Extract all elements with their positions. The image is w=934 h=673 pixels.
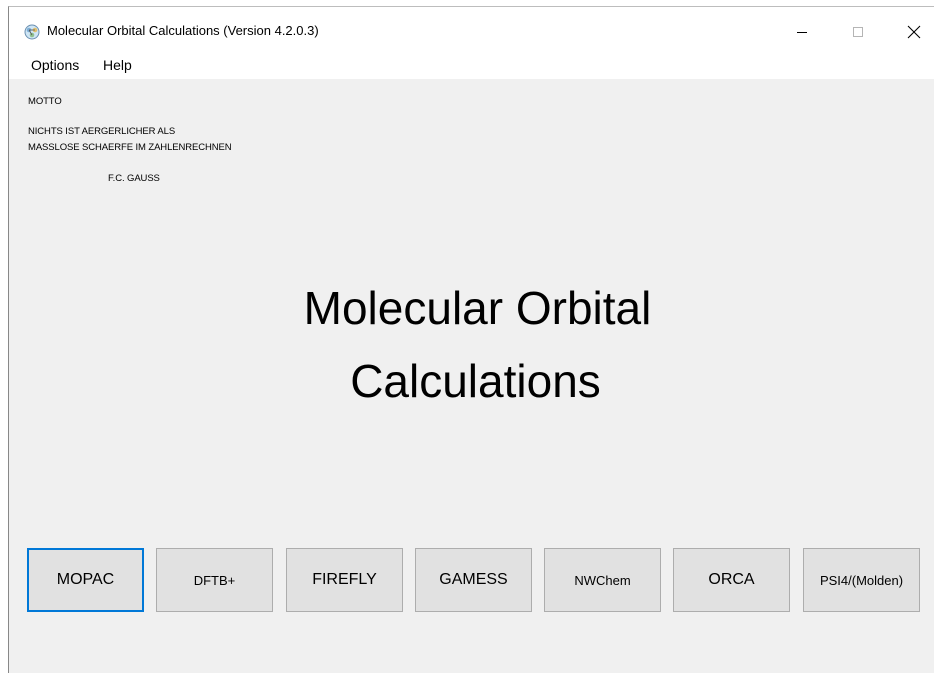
title-bar[interactable]: Molecular Orbital Calculations (Version … xyxy=(9,7,934,51)
nwchem-button[interactable]: NWChem xyxy=(544,548,661,612)
menu-options[interactable]: Options xyxy=(27,57,83,73)
maximize-button[interactable] xyxy=(835,13,881,51)
menu-bar: Options Help xyxy=(9,51,934,79)
close-icon xyxy=(907,25,921,39)
psi4-molden-button[interactable]: PSI4/(Molden) xyxy=(803,548,920,612)
menu-help[interactable]: Help xyxy=(99,57,136,73)
close-button[interactable] xyxy=(891,13,934,51)
motto-line-1: NICHTS IST AERGERLICHER ALS xyxy=(28,126,176,137)
maximize-icon xyxy=(853,27,863,37)
motto-label: MOTTO xyxy=(28,96,62,107)
main-title-line-1: Molecular Orbital xyxy=(303,282,652,334)
minimize-icon xyxy=(797,32,807,33)
molecule-app-icon xyxy=(24,24,40,40)
motto-author: F.C. GAUSS xyxy=(108,173,160,184)
mopac-button[interactable]: MOPAC xyxy=(27,548,144,612)
gamess-button[interactable]: GAMESS xyxy=(415,548,532,612)
firefly-button[interactable]: FIREFLY xyxy=(286,548,403,612)
minimize-button[interactable] xyxy=(779,13,825,51)
orca-button[interactable]: ORCA xyxy=(673,548,790,612)
dftb-button[interactable]: DFTB+ xyxy=(156,548,273,612)
motto-line-2: MASSLOSE SCHAERFE IM ZAHLENRECHNEN xyxy=(28,142,232,153)
app-window: Molecular Orbital Calculations (Version … xyxy=(8,6,934,673)
main-title-line-2: Calculations xyxy=(350,355,601,407)
window-title: Molecular Orbital Calculations (Version … xyxy=(47,23,319,38)
